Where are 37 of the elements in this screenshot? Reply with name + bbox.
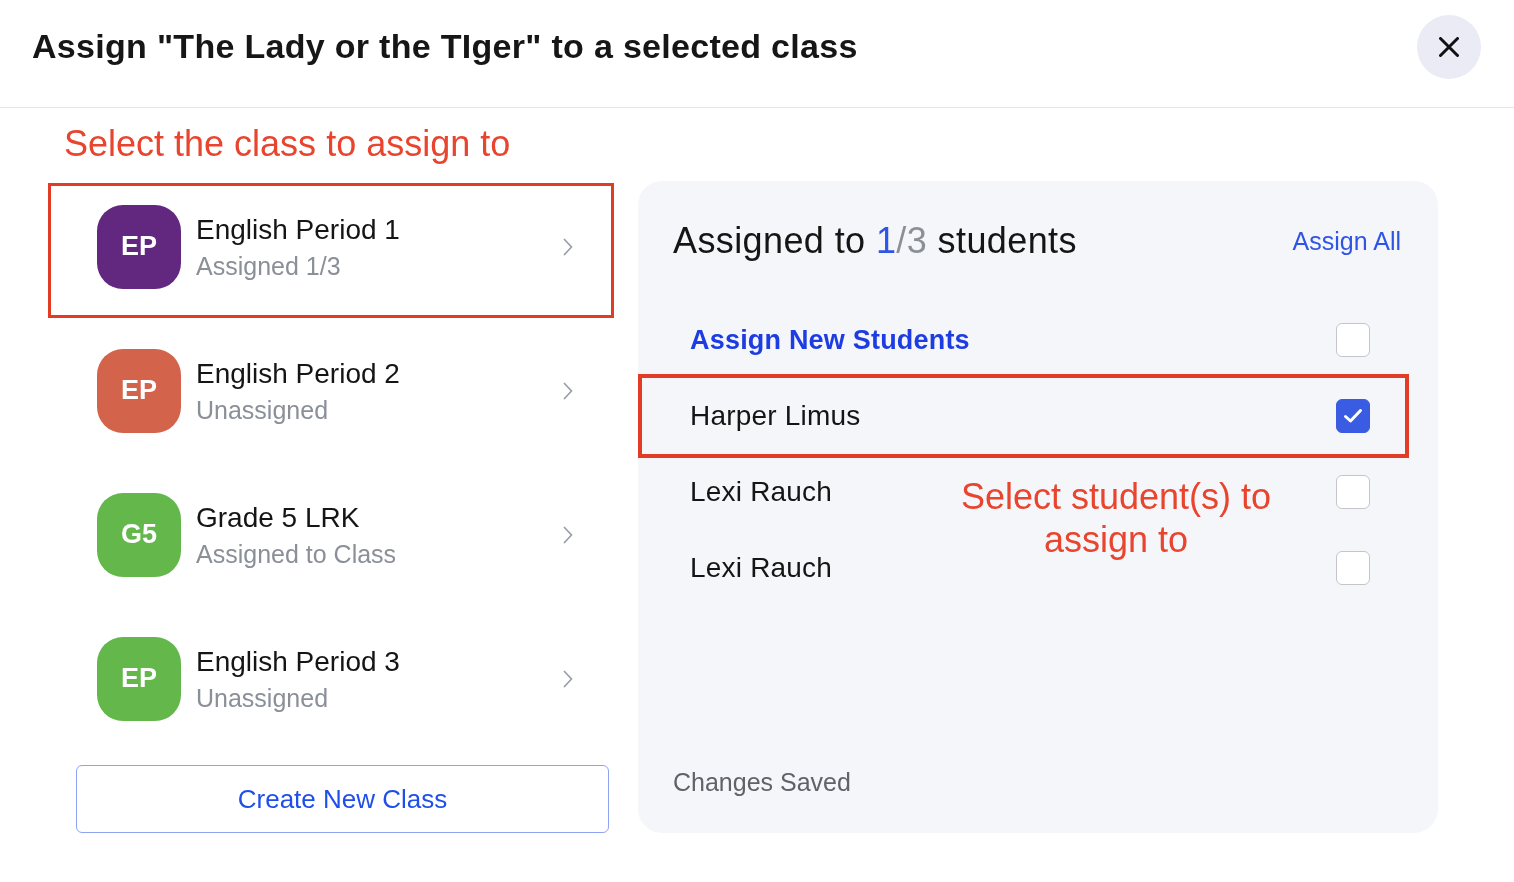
checkbox[interactable] (1336, 323, 1370, 357)
class-initials-avatar: EP (97, 204, 181, 289)
chevron-right-icon (563, 237, 573, 256)
class-initials-avatar: EP (97, 348, 181, 433)
create-class-button[interactable]: Create New Class (76, 765, 609, 833)
assigned-heading: Assigned to 1/3 students (673, 219, 1077, 263)
class-name: English Period 3 (196, 644, 400, 679)
assign-all-link[interactable]: Assign All (1292, 226, 1401, 256)
student-name: Lexi Rauch (690, 551, 833, 585)
annotation-text: Select the class to assign to (63, 122, 511, 166)
class-name: English Period 1 (196, 212, 400, 247)
close-icon (1439, 36, 1459, 57)
class-item[interactable]: EP English Period 1 Assigned 1/3 (51, 186, 611, 315)
class-status: Unassigned (196, 682, 329, 713)
check-icon (1343, 408, 1363, 424)
class-item[interactable]: EP English Period 3 Unassigned (51, 618, 611, 747)
option-label: Assign New Students (690, 324, 970, 357)
chevron-right-icon (563, 525, 573, 544)
chevron-right-icon (563, 381, 573, 400)
class-name: Grade 5 LRK (196, 500, 360, 535)
annotation-text: Select student(s) to assign to (959, 475, 1273, 561)
class-status: Unassigned (196, 394, 329, 425)
class-initials-avatar: G5 (97, 492, 181, 577)
checkbox[interactable] (1336, 551, 1370, 585)
dialog-title: Assign "The Lady or the TIger" to a selected class (32, 27, 858, 66)
student-name: Lexi Rauch (690, 475, 833, 509)
class-initials-avatar: EP (97, 636, 181, 721)
class-status: Assigned to Class (196, 538, 397, 569)
save-status: Changes Saved (672, 767, 851, 797)
class-name: English Period 2 (196, 356, 400, 391)
chevron-right-icon (563, 669, 573, 688)
checkbox[interactable] (1336, 399, 1370, 433)
class-status: Assigned 1/3 (196, 250, 341, 281)
student-name: Harper Limus (690, 399, 861, 433)
checkbox[interactable] (1336, 475, 1370, 509)
class-item[interactable]: EP English Period 2 Unassigned (51, 330, 611, 459)
class-item[interactable]: G5 Grade 5 LRK Assigned to Class (51, 474, 611, 603)
